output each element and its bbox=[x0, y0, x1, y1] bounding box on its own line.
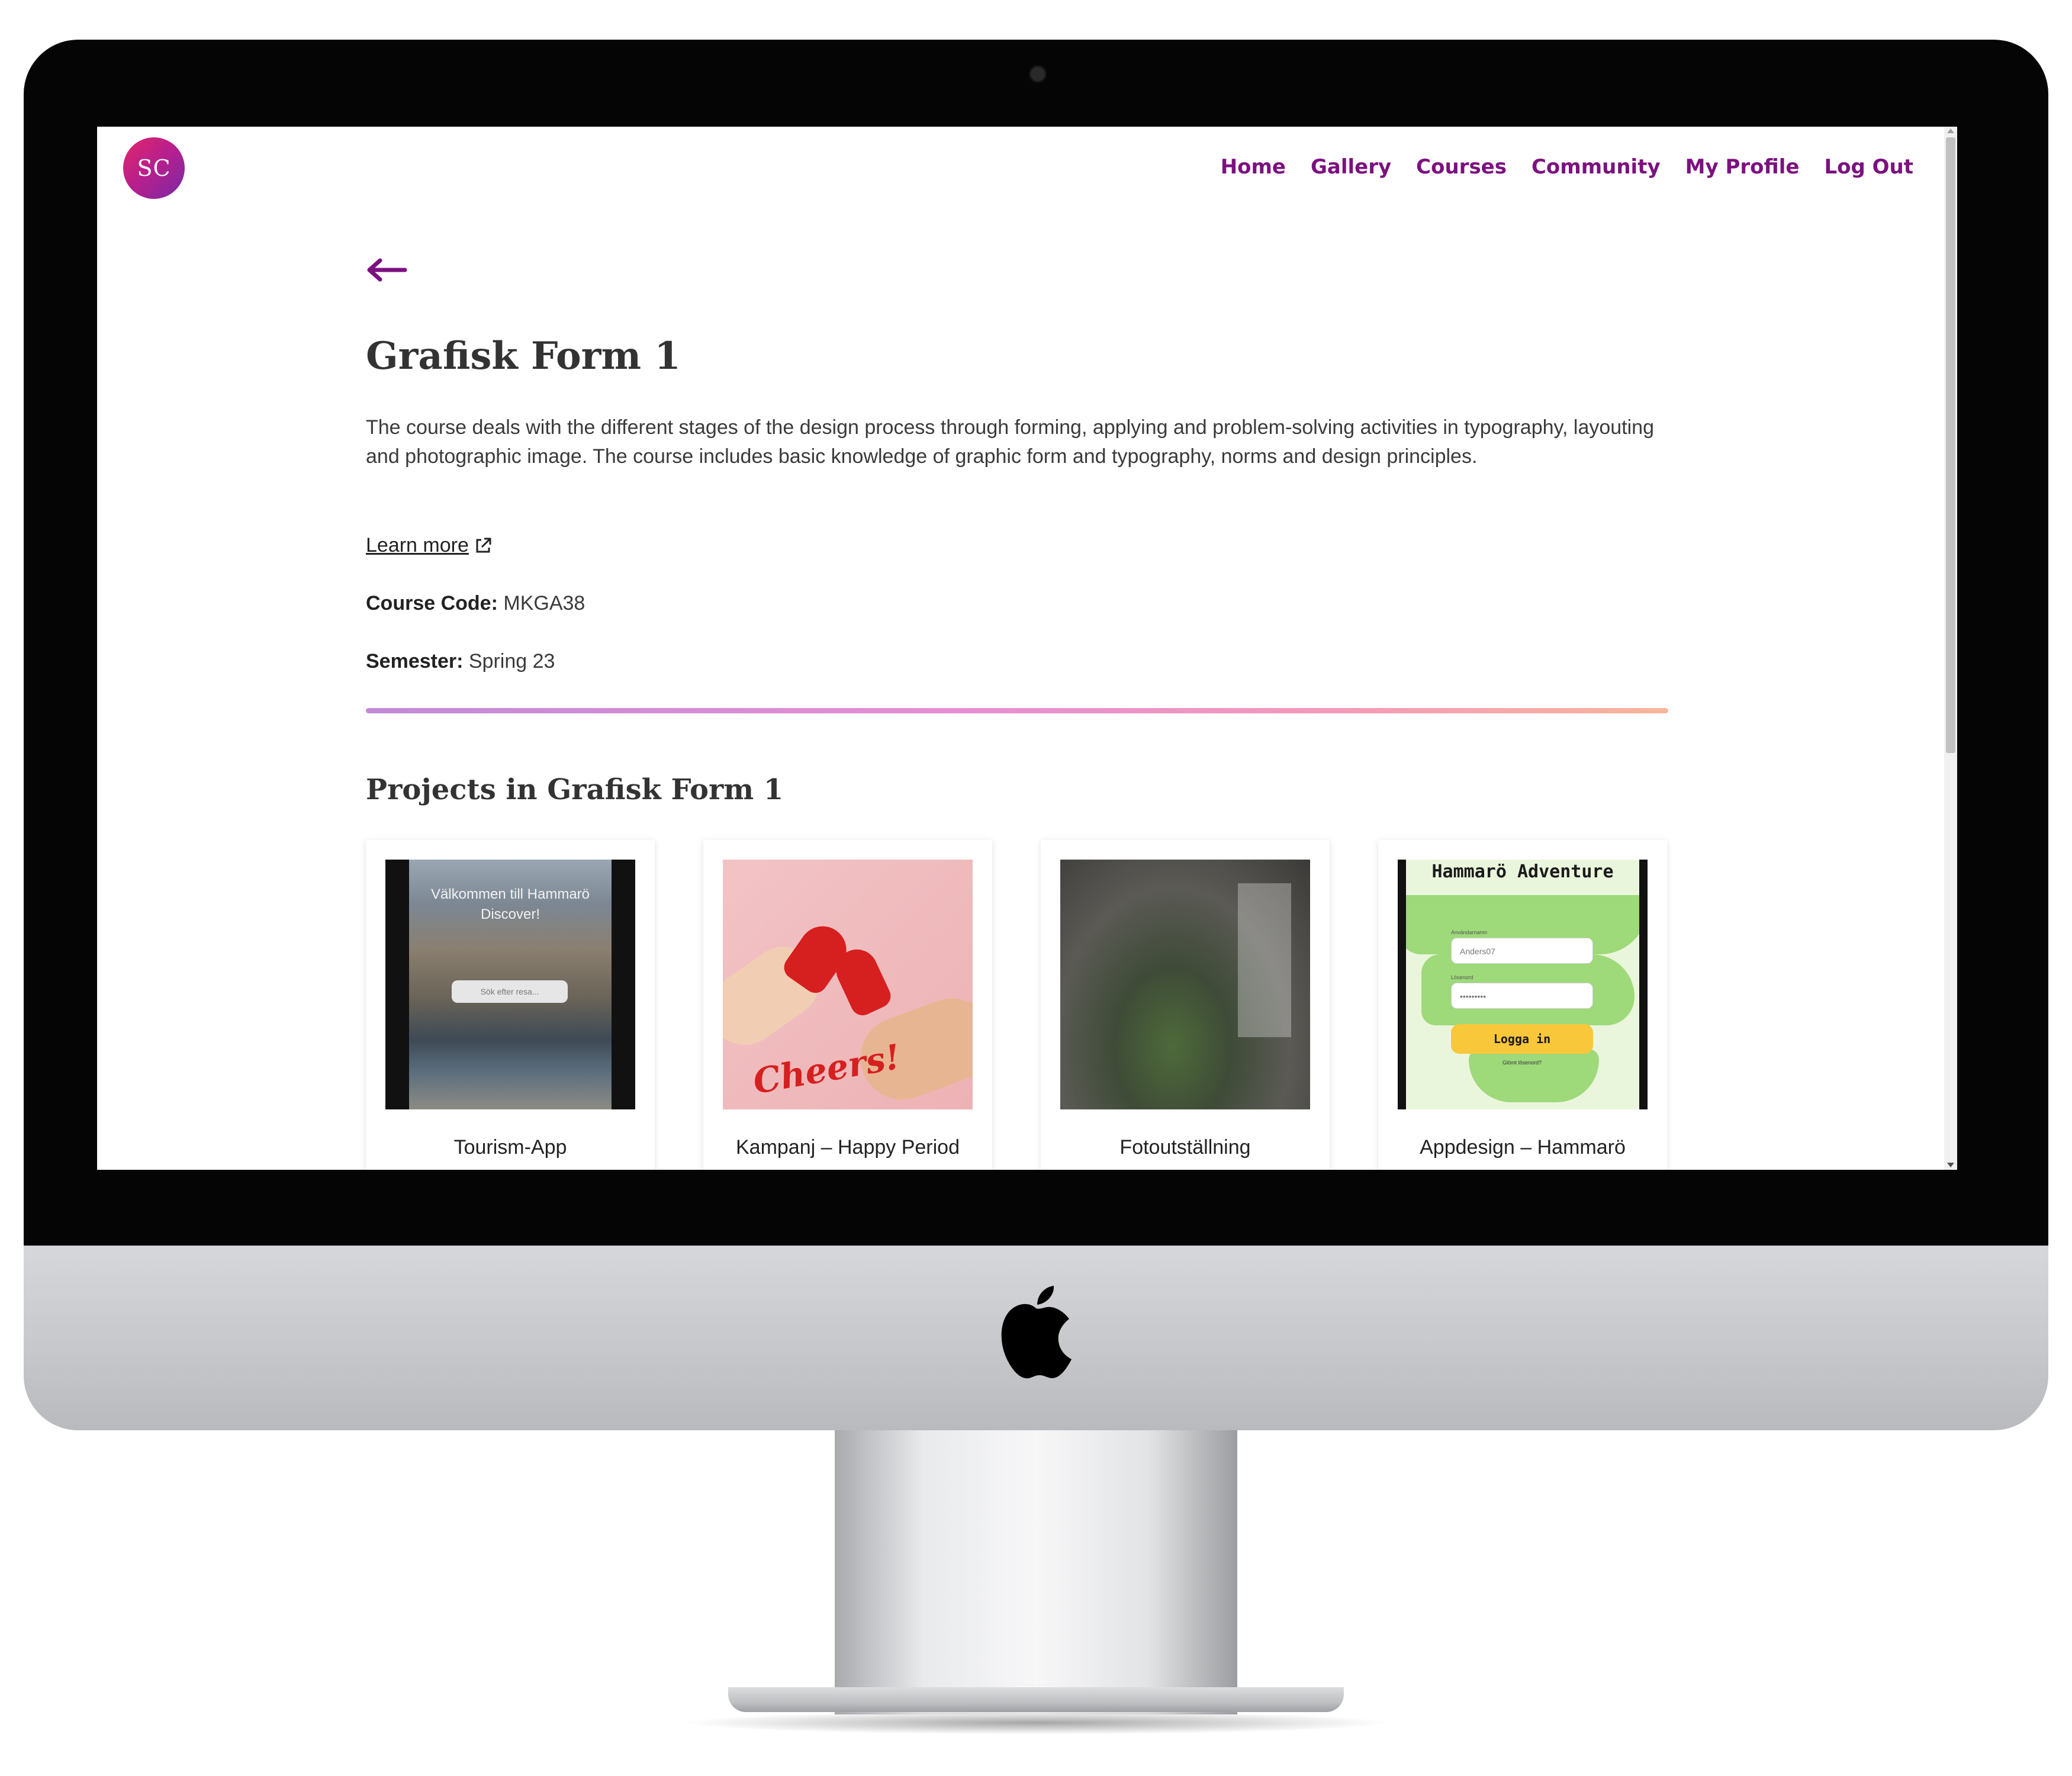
thumbnail-user-label: Användarnamn bbox=[1451, 929, 1488, 935]
nav-courses[interactable]: Courses bbox=[1416, 155, 1507, 179]
main-nav: Home Gallery Courses Community My Profil… bbox=[1221, 155, 1913, 179]
projects-heading: Projects in Grafisk Form 1 bbox=[366, 773, 784, 806]
thumbnail-pass-label: Lösenord bbox=[1451, 974, 1473, 980]
browser-viewport: SC Home Gallery Courses Community My Pro… bbox=[97, 127, 1957, 1170]
course-code-label: Course Code: bbox=[366, 592, 498, 614]
thumbnail-title: Hammarö Adventure bbox=[1431, 861, 1614, 882]
site-logo[interactable]: SC bbox=[123, 137, 185, 199]
nav-my-profile[interactable]: My Profile bbox=[1685, 155, 1800, 179]
scrollbar-thumb[interactable] bbox=[1946, 137, 1955, 753]
project-cards: Välkommen till Hammarö Discover! Sök eft… bbox=[366, 840, 1667, 1170]
project-thumbnail: Välkommen till Hammarö Discover! Sök eft… bbox=[385, 860, 635, 1109]
project-title: Appdesign – Hammarö bbox=[1420, 1136, 1626, 1159]
monitor-stand-base bbox=[728, 1687, 1344, 1712]
learn-more-label: Learn more bbox=[366, 534, 469, 556]
project-thumbnail: Hammarö Adventure Användarnamn Anders07 … bbox=[1398, 860, 1648, 1109]
thumbnail-pass-field: ••••••••• bbox=[1451, 983, 1593, 1009]
gradient-divider bbox=[366, 708, 1668, 713]
semester-value: Spring 23 bbox=[468, 650, 555, 673]
thumbnail-login-button: Logga in bbox=[1451, 1024, 1593, 1054]
apple-logo-icon bbox=[1001, 1286, 1072, 1379]
project-thumbnail: Cheers! bbox=[723, 860, 973, 1109]
camera-icon bbox=[1029, 65, 1047, 83]
learn-more-link[interactable]: Learn more bbox=[366, 534, 493, 557]
thumbnail-frame bbox=[1398, 860, 1406, 1109]
nav-community[interactable]: Community bbox=[1532, 155, 1661, 179]
arrow-left-icon[interactable] bbox=[366, 257, 407, 283]
course-semester: Semester: Spring 23 bbox=[366, 650, 555, 673]
thumbnail-shape bbox=[1469, 1049, 1599, 1102]
thumbnail-light bbox=[1238, 883, 1291, 1037]
thumbnail-forgot-link: Glömt lösenord? bbox=[1502, 1060, 1542, 1066]
course-description: The course deals with the different stag… bbox=[366, 416, 1654, 468]
nav-gallery[interactable]: Gallery bbox=[1311, 155, 1391, 179]
nav-home[interactable]: Home bbox=[1221, 155, 1286, 179]
course-code: Course Code: MKGA38 bbox=[366, 592, 585, 615]
project-card-fotoutstallning[interactable]: Fotoutställning bbox=[1041, 840, 1330, 1170]
project-card-appdesign-hammaro[interactable]: Hammarö Adventure Användarnamn Anders07 … bbox=[1378, 840, 1667, 1170]
thumbnail-user-field: Anders07 bbox=[1451, 938, 1593, 964]
thumbnail-search: Sök efter resa... bbox=[452, 980, 568, 1003]
semester-label: Semester: bbox=[366, 650, 464, 673]
project-card-happy-period[interactable]: Cheers! Kampanj – Happy Period bbox=[703, 840, 992, 1170]
thumbnail-frame bbox=[1639, 860, 1648, 1109]
thumbnail-text: Välkommen till Hammarö Discover! bbox=[430, 886, 590, 922]
project-thumbnail bbox=[1060, 860, 1310, 1109]
project-title: Fotoutställning bbox=[1119, 1136, 1251, 1159]
course-title: Grafisk Form 1 bbox=[366, 334, 681, 378]
project-title: Tourism-App bbox=[453, 1136, 567, 1159]
page-scrollbar[interactable] bbox=[1944, 127, 1957, 1170]
project-title: Kampanj – Happy Period bbox=[735, 1136, 960, 1159]
nav-log-out[interactable]: Log Out bbox=[1824, 155, 1913, 179]
scroll-up-icon[interactable] bbox=[1947, 128, 1954, 133]
course-code-value: MKGA38 bbox=[503, 592, 585, 614]
project-card-tourism-app[interactable]: Välkommen till Hammarö Discover! Sök eft… bbox=[366, 840, 655, 1170]
external-link-icon bbox=[476, 538, 491, 552]
stand-shadow bbox=[681, 1711, 1391, 1735]
scroll-down-icon[interactable] bbox=[1947, 1163, 1954, 1167]
monitor-stand bbox=[835, 1430, 1237, 1714]
